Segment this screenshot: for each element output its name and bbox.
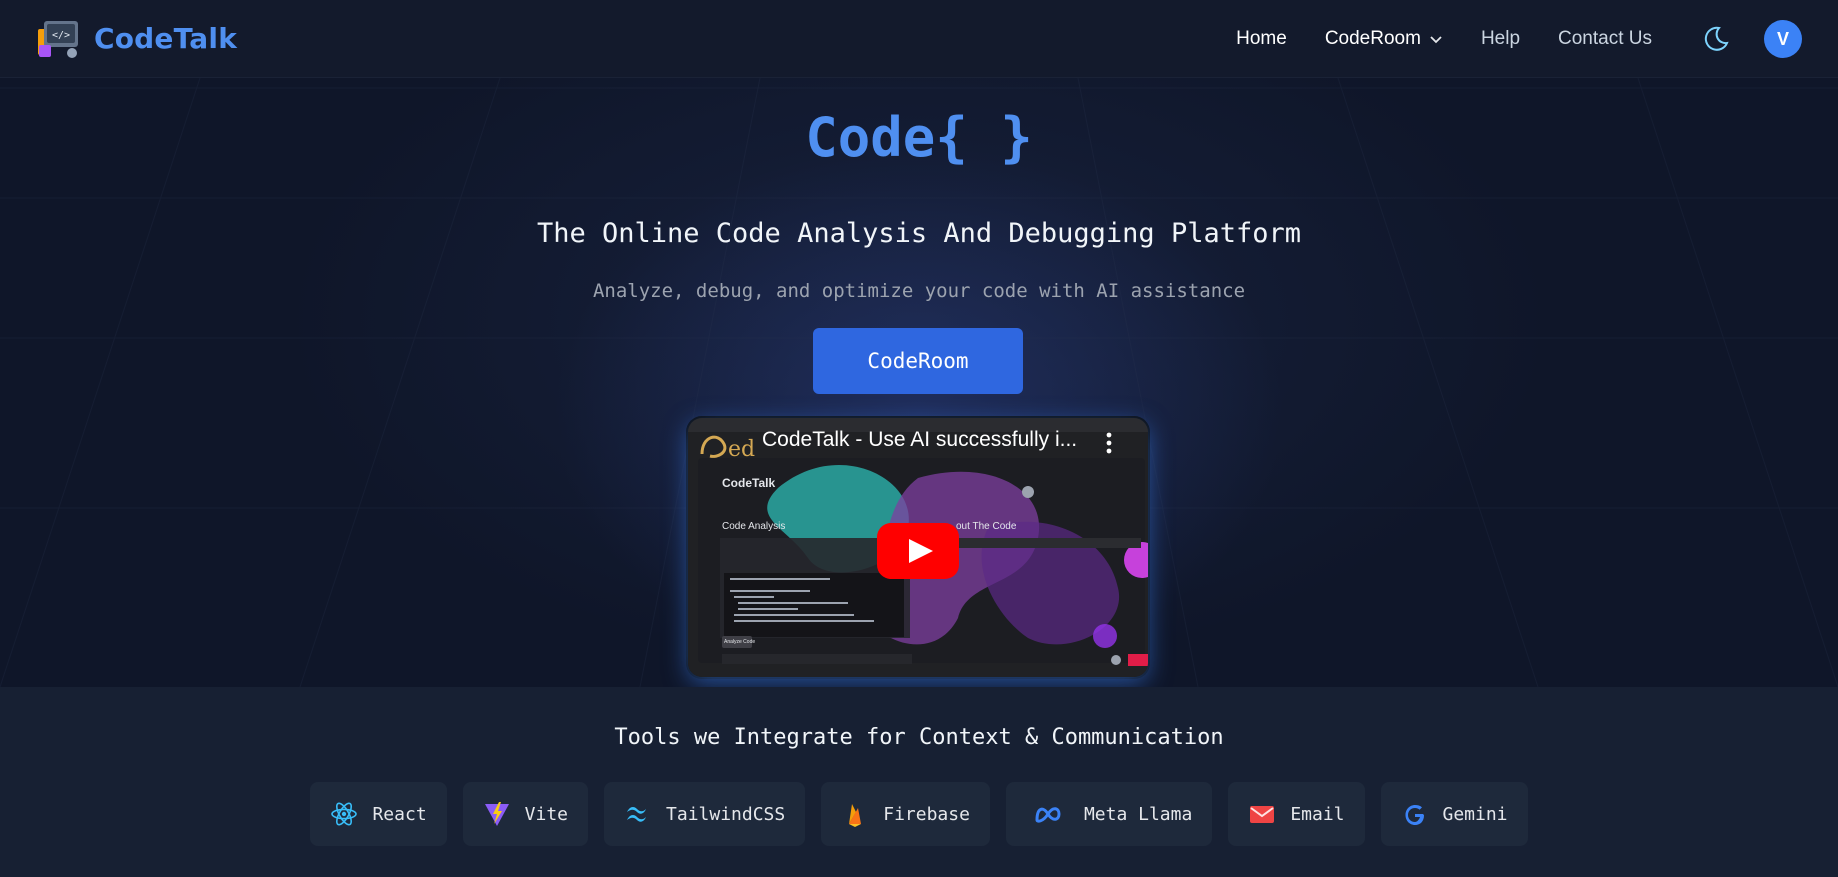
- avatar-initial: V: [1776, 28, 1789, 49]
- inner-app-name: CodeTalk: [722, 476, 776, 490]
- tool-chip-meta-llama: Meta Llama: [1005, 782, 1213, 846]
- video-title[interactable]: CodeTalk - Use AI successfully i...: [762, 428, 1088, 452]
- meta-icon: [1035, 807, 1061, 823]
- brand-name: CodeTalk: [94, 22, 238, 55]
- tool-chip-email: Email: [1228, 782, 1365, 846]
- nav-help-label: Help: [1480, 28, 1521, 49]
- tool-chip-tailwindcss: TailwindCSS: [604, 782, 806, 846]
- tool-chip-gemini: Gemini: [1380, 782, 1528, 846]
- google-icon: [1405, 805, 1424, 825]
- top-navbar: </> CodeTalk Home CodeRoom Help Contact …: [0, 0, 1838, 78]
- nav-contact-label: Contact Us: [1558, 28, 1652, 49]
- brand[interactable]: </> CodeTalk: [36, 17, 237, 61]
- tool-label: React: [372, 803, 427, 825]
- nav-help[interactable]: Help: [1481, 28, 1520, 50]
- nav-coderoom-label: CodeRoom: [1324, 28, 1421, 49]
- svg-text:</>: </>: [52, 30, 70, 41]
- email-icon: [1250, 806, 1275, 823]
- more-vertical-icon[interactable]: [1106, 432, 1112, 454]
- tool-chip-firebase: Firebase: [821, 782, 990, 846]
- codetalk-logo-icon: </>: [36, 17, 82, 61]
- tool-label: Vite: [524, 803, 569, 825]
- nav-contact-us[interactable]: Contact Us: [1558, 28, 1652, 50]
- moon-icon[interactable]: [1700, 24, 1730, 54]
- chevron-down-icon: [1430, 36, 1442, 44]
- svg-text:ed: ed: [728, 437, 755, 462]
- react-icon: [331, 802, 358, 826]
- inner-panel-right: out The Code: [956, 521, 1017, 532]
- inner-analyze-button: Analyze Code: [724, 639, 756, 645]
- tool-label: Email: [1290, 803, 1345, 825]
- main-nav: Home CodeRoom Help Contact Us V: [1236, 0, 1802, 78]
- tools-section: Tools we Integrate for Context & Communi…: [0, 687, 1838, 877]
- tool-chip-vite: Vite: [462, 782, 589, 846]
- hero-section: Code{ } The Online Code Analysis And Deb…: [0, 78, 1838, 687]
- coderoom-button[interactable]: CodeRoom: [813, 328, 1023, 394]
- tool-label: TailwindCSS: [666, 803, 786, 825]
- tool-label: Meta Llama: [1083, 803, 1193, 825]
- tool-chip-react: React: [310, 782, 447, 846]
- youtube-play-icon[interactable]: [877, 523, 959, 579]
- youtube-video-embed[interactable]: ed CodeTalk Code Analysis out The Code A…: [688, 418, 1148, 677]
- hero-subtitle: The Online Code Analysis And Debugging P…: [536, 218, 1301, 249]
- tailwind-icon: [627, 807, 647, 822]
- tool-label: Firebase: [883, 803, 970, 825]
- tools-list: React Vite TailwindCSS Firebase Meta Lla…: [0, 782, 1838, 846]
- tool-label: Gemini: [1442, 803, 1508, 825]
- tools-title: Tools we Integrate for Context & Communi…: [614, 725, 1224, 750]
- hero-title: Code{ }: [805, 106, 1033, 169]
- nav-coderoom-dropdown[interactable]: CodeRoom: [1325, 28, 1443, 50]
- inner-panel-left: Code Analysis: [722, 521, 786, 532]
- nav-home-label: Home: [1236, 28, 1287, 49]
- hero-description: Analyze, debug, and optimize your code w…: [592, 280, 1246, 302]
- avatar[interactable]: V: [1764, 20, 1802, 58]
- nav-home[interactable]: Home: [1236, 28, 1287, 50]
- firebase-icon: [849, 804, 862, 827]
- vite-icon: [484, 802, 509, 826]
